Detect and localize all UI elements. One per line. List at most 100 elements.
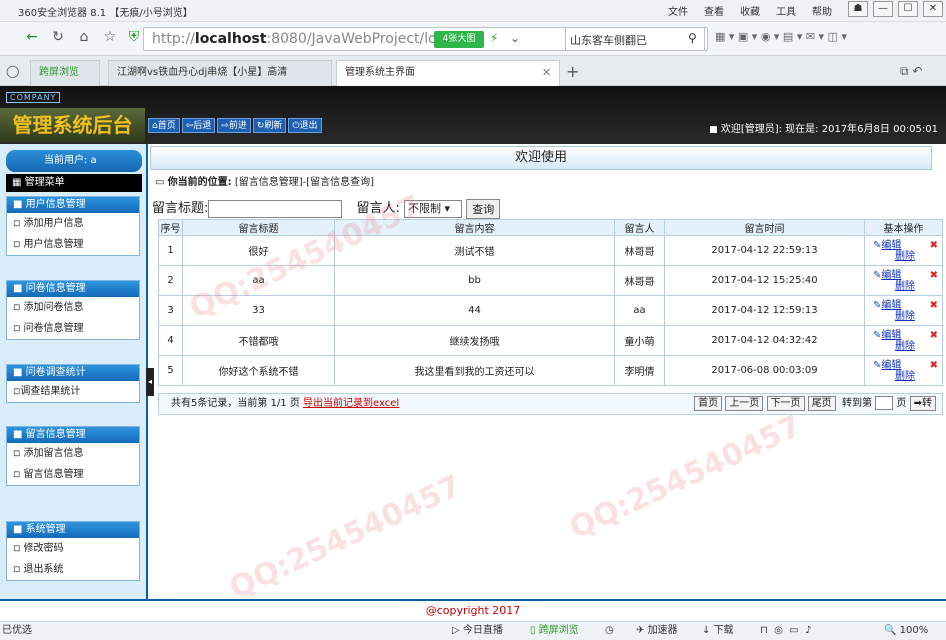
window-icon: ▭ [155,177,165,188]
app-title: 管理系统后台 [0,108,145,142]
tab-cross-screen[interactable]: 跨屏浏览 [30,60,100,86]
cell-person: 童小萌 [614,325,665,356]
sidebar-item-add-message[interactable]: ◽ 添加留言信息 [7,443,139,464]
first-page-button[interactable]: 首页 [694,396,723,411]
menu-group-title[interactable]: ■ 问卷调查统计 [7,365,139,381]
search-box[interactable]: 山东客车侧翻已 ⚲ [565,27,705,51]
cell-time: 2017-04-12 04:32:42 [664,325,865,356]
company-logo: COMPANY [6,92,61,103]
delete-icon: ✖ [929,269,938,281]
image-badge[interactable]: 4张大图 [434,31,484,48]
menu-group-title[interactable]: ■ 问卷信息管理 [7,281,139,297]
star-icon[interactable]: ☆ [100,29,120,45]
back-icon[interactable]: ← [22,29,42,45]
skin-button[interactable]: ☗ [848,1,868,17]
refresh-icon[interactable]: ↻ [48,29,68,45]
menu-file[interactable]: 文件 [668,3,688,18]
menu-view[interactable]: 查看 [704,3,724,18]
col-time: 留言时间 [664,219,865,236]
sidebar-item-add-questionnaire[interactable]: ◽ 添加问卷信息 [7,297,139,318]
sidebar-item-survey-stats[interactable]: ◽调查结果统计 [7,381,139,402]
edit-link[interactable]: 编辑 [881,300,901,311]
delete-link[interactable]: 删除 [895,251,915,262]
close-window-button[interactable]: ✕ [923,1,943,17]
cell-actions: ✎编辑 ✖ 删除 [864,235,943,266]
nav-refresh-button[interactable]: ↻刷新 [252,118,287,133]
col-index: 序号 [158,219,183,236]
edit-link[interactable]: 编辑 [881,240,901,251]
delete-icon: ✖ [929,329,938,341]
sidebar-item-questionnaire-manage[interactable]: ◽ 问卷信息管理 [7,318,139,339]
menu-group-title[interactable]: ■ 留言信息管理 [7,427,139,443]
close-tab-icon[interactable]: ✕ [542,66,551,79]
delete-link[interactable]: 删除 [895,341,915,352]
sidebar-item-user-manage[interactable]: ◽ 用户信息管理 [7,234,139,255]
edit-link[interactable]: 编辑 [881,270,901,281]
download-button[interactable]: ↓ 下载 [702,622,734,640]
live-button[interactable]: ▷ 今日直播 [452,622,503,640]
zoom-level[interactable]: 🔍 100% [884,622,928,640]
menu-favorites[interactable]: 收藏 [740,3,760,18]
prev-page-button[interactable]: 上一页 [725,396,764,411]
cell-actions: ✎编辑 ✖ 删除 [864,295,943,326]
cell-person: 林哥哥 [614,265,665,296]
new-tab-icon[interactable]: + [566,62,579,81]
shield-icon: ⛨ [128,29,140,45]
pager: 共有5条记录，当前第 1/1 页 导出当前记录到excel 首页 上一页 下一页… [158,393,943,415]
next-page-button[interactable]: 下一页 [766,396,805,411]
title-input[interactable] [208,199,343,218]
menu-help[interactable]: 帮助 [812,3,832,18]
search-input[interactable]: 山东客车侧翻已 [570,32,647,48]
toolbar-icons[interactable]: ▦ ▾ ▣ ▾ ◉ ▾ ▤ ▾ ✉ ▾ ◫ ▾ [715,30,847,43]
menu-group-statistics: ■ 问卷调查统计 ◽调查结果统计 [6,364,140,403]
nav-home-button[interactable]: ⌂首页 [148,118,180,133]
delete-link[interactable]: 删除 [895,371,915,382]
cell-title: aa [182,265,335,296]
edit-link[interactable]: 编辑 [881,330,901,341]
go-button[interactable]: ➡转 [909,396,936,411]
page-input[interactable] [875,396,894,410]
table-row: 4 不错都哦 继续发扬哦 童小萌 2017-04-12 04:32:42 ✎编辑 ✖ 删除 [158,325,943,356]
tab-restore-icon[interactable]: ⧉ ↶ [900,64,922,79]
delete-link[interactable]: 删除 [895,281,915,292]
last-page-button[interactable]: 尾页 [807,396,836,411]
minimize-button[interactable]: — [873,1,893,17]
menu-tools[interactable]: 工具 [776,3,796,18]
chevron-down-icon[interactable]: ⌄ [510,31,520,45]
cross-screen-button[interactable]: ▯ 跨屏浏览 [530,622,579,640]
menu-group-title[interactable]: ■ 用户信息管理 [7,197,139,213]
table-row: 2 aa bb 林哥哥 2017-04-12 15:25:40 ✎编辑 ✖ 删除 [158,265,943,296]
cell-title: 你好这个系统不错 [182,355,335,386]
sidebar: 当前用户: a ▦ 管理菜单 ■ 用户信息管理 ◽ 添加用户信息 ◽ 用户信息管… [0,144,148,599]
sidebar-item-message-manage[interactable]: ◽ 留言信息管理 [7,464,139,485]
status-icons[interactable]: ⊓ ◎ ▭ ♪ [760,622,811,640]
search-icon[interactable]: ⚲ [688,31,697,45]
edit-link[interactable]: 编辑 [881,360,901,371]
sidebar-toggle-icon[interactable]: ◂ [146,368,154,396]
nav-logout-button[interactable]: ⏻退出 [288,118,322,133]
tab-bar: ◯ 跨屏浏览 江湖啊vs铁血丹心dj串烧【小星】高清 管理系统主界面 ✕ + ⧉… [0,56,946,86]
delete-link[interactable]: 删除 [895,311,915,322]
tab-admin-main[interactable]: 管理系统主界面 [336,60,560,86]
menu-group-title[interactable]: ■ 系统管理 [7,522,139,538]
maximize-button[interactable]: ☐ [898,1,918,17]
cell-actions: ✎编辑 ✖ 删除 [864,325,943,356]
sidebar-item-change-password[interactable]: ◽ 修改密码 [7,538,139,559]
tab-music[interactable]: 江湖啊vs铁血丹心dj串烧【小星】高清 [108,60,332,86]
nav-back-button[interactable]: ⇦后退 [181,118,216,133]
home-icon[interactable]: ⌂ [74,29,94,45]
sidebar-item-add-user[interactable]: ◽ 添加用户信息 [7,213,139,234]
clock-icon[interactable]: ◷ [605,622,614,640]
accelerator-button[interactable]: ✈ 加速器 [636,622,678,640]
nav-forward-button[interactable]: ⇨前进 [217,118,251,133]
tab-list-icon[interactable]: ◯ [6,64,19,78]
query-button[interactable]: 查询 [466,198,501,219]
export-excel-link[interactable]: 导出当前记录到excel [303,398,399,409]
cell-index: 5 [158,355,183,386]
cell-time: 2017-04-12 22:59:13 [664,235,865,266]
sidebar-item-logout[interactable]: ◽ 退出系统 [7,559,139,580]
menu-group-user: ■ 用户信息管理 ◽ 添加用户信息 ◽ 用户信息管理 [6,196,140,256]
person-select[interactable]: 不限制 ▾ [404,199,463,218]
delete-icon: ✖ [929,239,938,251]
cell-index: 3 [158,295,183,326]
